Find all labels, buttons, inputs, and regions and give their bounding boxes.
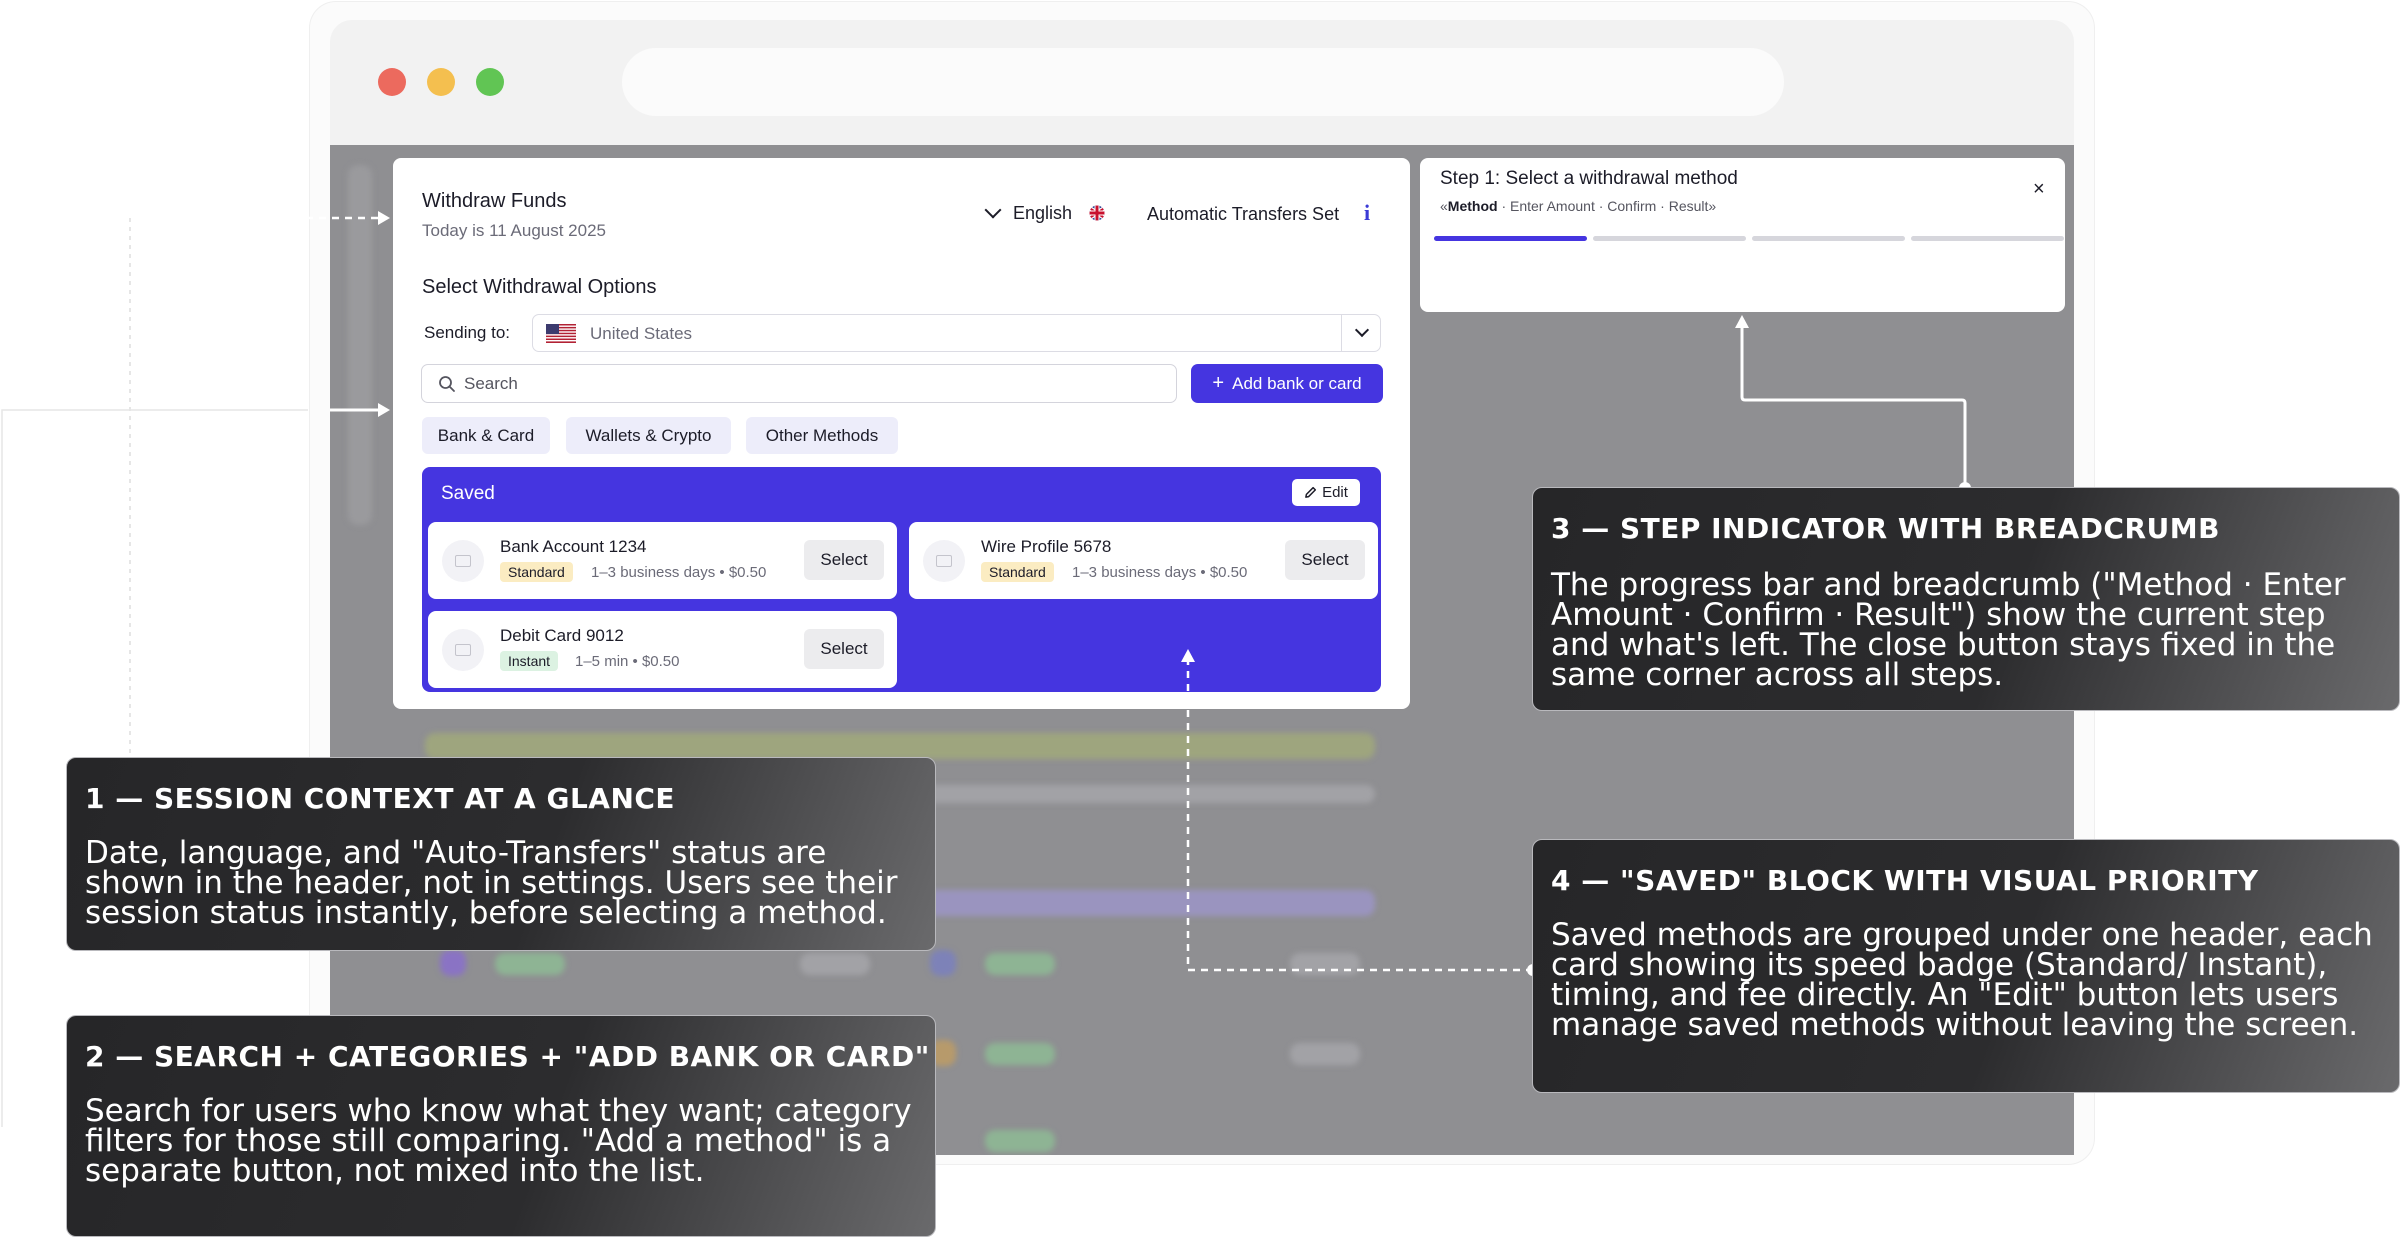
callout-heading: 1 — SESSION CONTEXT AT A GLANCE <box>85 782 676 815</box>
callout-search-categories: 2 — SEARCH + CATEGORIES + "ADD BANK OR C… <box>66 1015 936 1237</box>
arrowhead-icon <box>378 211 390 225</box>
callout-body: Saved methods are grouped under one head… <box>1551 917 2373 1043</box>
callout-session-context: 1 — SESSION CONTEXT AT A GLANCE Date, la… <box>66 757 936 951</box>
connector-1 <box>128 216 378 757</box>
callout-body: Date, language, and "Auto-Transfers" sta… <box>85 835 898 931</box>
arrowhead-icon <box>378 403 390 417</box>
connector-3 <box>1740 326 1967 488</box>
callout-heading: 4 — "SAVED" BLOCK WITH VISUAL PRIORITY <box>1551 864 2259 897</box>
arrowhead-icon <box>1735 315 1749 328</box>
callout-step-indicator: 3 — STEP INDICATOR WITH BREADCRUMB The p… <box>1532 487 2400 711</box>
callout-body: The progress bar and breadcrumb ("Method… <box>1551 567 2346 693</box>
callout-heading: 2 — SEARCH + CATEGORIES + "ADD BANK OR C… <box>85 1040 930 1073</box>
callout-body: Search for users who know what they want… <box>85 1093 912 1189</box>
callout-saved-block: 4 — "SAVED" BLOCK WITH VISUAL PRIORITY S… <box>1532 839 2400 1093</box>
connector-4 <box>1186 662 1533 972</box>
callout-heading: 3 — STEP INDICATOR WITH BREADCRUMB <box>1551 512 2220 545</box>
arrowhead-icon <box>1181 649 1195 662</box>
